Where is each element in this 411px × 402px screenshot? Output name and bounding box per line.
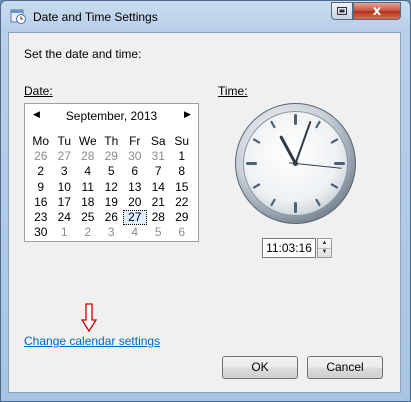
calendar-day[interactable]: 17 <box>53 195 77 210</box>
calendar-day[interactable]: 16 <box>29 195 53 210</box>
calendar-day[interactable]: 30 <box>123 149 147 164</box>
calendar-month-label[interactable]: September, 2013 <box>25 109 198 123</box>
calendar-week-row: 26 27 28 29 30 31 1 <box>29 149 194 164</box>
calendar-day[interactable]: 12 <box>100 180 124 195</box>
change-calendar-settings-link[interactable]: Change calendar settings <box>24 334 160 348</box>
calendar-day[interactable]: 6 <box>123 164 147 179</box>
next-month-icon[interactable]: ▶ <box>184 109 191 120</box>
calendar-day[interactable]: 23 <box>29 210 53 225</box>
calendar-week-row: 23 24 25 26 27 28 29 <box>29 209 194 226</box>
calendar-day[interactable]: 5 <box>147 225 171 240</box>
calendar-day[interactable]: 2 <box>29 164 53 179</box>
calendar-day[interactable]: 26 <box>29 149 53 164</box>
calendar-day[interactable]: 1 <box>53 225 77 240</box>
weekday-header: Tu <box>57 134 72 148</box>
time-label: Time: <box>218 84 248 98</box>
dialog-window: Date and Time Settings x Set the date an… <box>0 0 411 402</box>
time-input[interactable]: 11:03:16 <box>262 238 316 258</box>
calendar-day[interactable]: 10 <box>53 180 77 195</box>
close-button[interactable]: x <box>353 2 401 20</box>
calendar-week-row: 9 10 11 12 13 14 15 <box>29 180 194 195</box>
calendar-day[interactable]: 2 <box>76 225 100 240</box>
calendar-day[interactable]: 25 <box>76 210 100 225</box>
calendar-day[interactable]: 5 <box>100 164 124 179</box>
date-label: Date: <box>24 84 53 98</box>
weekday-header: Mo <box>32 134 50 148</box>
weekday-header: Su <box>174 134 190 148</box>
weekday-header: Fr <box>129 134 141 148</box>
title-bar[interactable]: Date and Time Settings x <box>1 1 410 33</box>
calendar-week-row: 2345678 <box>29 164 194 179</box>
analog-clock <box>235 103 356 224</box>
dialog-body: Set the date and time: Date: Time: Septe… <box>8 32 401 393</box>
calendar-day[interactable]: 1 <box>170 149 194 164</box>
calendar-day[interactable]: 31 <box>147 149 171 164</box>
calendar-day[interactable]: 3 <box>53 164 77 179</box>
red-down-arrow-icon <box>81 303 97 333</box>
close-icon: x <box>372 3 382 19</box>
calendar-day[interactable]: 27 <box>53 149 77 164</box>
weekday-header: Th <box>104 134 119 148</box>
calendar-day[interactable]: 21 <box>147 195 171 210</box>
cancel-button[interactable]: Cancel <box>307 356 383 379</box>
calendar-day[interactable]: 29 <box>100 149 124 164</box>
weekday-header: We <box>78 134 97 148</box>
weekday-header: Sa <box>150 134 166 148</box>
calendar-grid: Mo Tu We Th Fr Sa Su 26 27 28 29 30 31 1 2 3 4 5 6 7 8 9 10 11… <box>29 134 194 240</box>
calendar-week-row: 30 1 2 3 4 5 6 <box>29 225 194 240</box>
calendar-day[interactable]: 30 <box>29 225 53 240</box>
calendar-day[interactable]: 26 <box>100 210 124 225</box>
calendar-day[interactable]: 7 <box>147 164 171 179</box>
calendar[interactable]: September, 2013 ◀ ▶ Mo Tu We Th Fr Sa Su 26 27 2… <box>24 103 199 242</box>
ok-button[interactable]: OK <box>222 356 298 379</box>
calendar-day[interactable]: 4 <box>76 164 100 179</box>
calendar-day-selected[interactable]: 27 <box>123 209 147 226</box>
calendar-day[interactable]: 6 <box>170 225 194 240</box>
calendar-day[interactable]: 14 <box>147 180 171 195</box>
spin-down-icon[interactable]: ▼ <box>318 248 331 257</box>
help-button[interactable] <box>331 2 353 20</box>
calendar-day[interactable]: 15 <box>170 180 194 195</box>
calendar-day[interactable]: 24 <box>53 210 77 225</box>
dialog-heading: Set the date and time: <box>24 47 142 61</box>
calendar-day[interactable]: 18 <box>76 195 100 210</box>
window-title: Date and Time Settings <box>33 10 158 24</box>
prev-month-icon[interactable]: ◀ <box>33 109 40 120</box>
calendar-header: September, 2013 ◀ ▶ <box>25 104 198 128</box>
weekday-header-row: Mo Tu We Th Fr Sa Su <box>29 134 194 149</box>
calendar-day[interactable]: 13 <box>123 180 147 195</box>
clock-center-pin <box>293 161 298 166</box>
calendar-day[interactable]: 28 <box>76 149 100 164</box>
calendar-day[interactable]: 20 <box>123 195 147 210</box>
calendar-day[interactable]: 3 <box>100 225 124 240</box>
calendar-day[interactable]: 29 <box>170 210 194 225</box>
calendar-day[interactable]: 9 <box>29 180 53 195</box>
time-spinner[interactable]: ▲ ▼ <box>317 238 332 258</box>
calendar-week-row: 16 17 18 19 20 21 22 <box>29 195 194 210</box>
calendar-day[interactable]: 8 <box>170 164 194 179</box>
time-label-text: Time: <box>218 84 248 98</box>
clock-calendar-icon <box>10 9 26 24</box>
calendar-day[interactable]: 19 <box>100 195 124 210</box>
date-label-text: Date: <box>24 84 53 98</box>
help-icon <box>337 7 347 15</box>
calendar-day[interactable]: 4 <box>123 225 147 240</box>
calendar-day[interactable]: 28 <box>147 210 171 225</box>
calendar-day[interactable]: 22 <box>170 195 194 210</box>
calendar-day[interactable]: 11 <box>76 180 100 195</box>
